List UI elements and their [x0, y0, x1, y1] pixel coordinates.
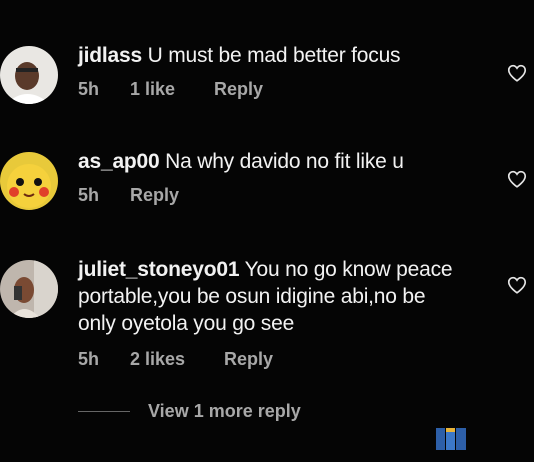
- comment-meta: 5h 1 like Reply: [78, 79, 490, 100]
- comment-message: Na why davido no fit like u: [165, 150, 404, 173]
- comment-username[interactable]: jidlass: [78, 44, 142, 67]
- comment-message: U must be mad better focus: [147, 44, 401, 67]
- comment-likes[interactable]: 1 like: [130, 79, 214, 100]
- avatar[interactable]: [0, 260, 58, 318]
- divider: [78, 411, 130, 412]
- comment-text: jidlass U must be mad better focus: [78, 42, 490, 69]
- comment-username[interactable]: as_ap00: [78, 150, 160, 173]
- comment-time: 5h: [78, 349, 100, 369]
- comment-item: as_ap00 Na why davido no fit like u 5h R…: [0, 146, 534, 216]
- reply-button[interactable]: Reply: [130, 185, 179, 206]
- comment-item: juliet_stoneyo01 You no go know peace po…: [0, 254, 534, 374]
- view-more-replies-button[interactable]: View 1 more reply: [78, 401, 301, 422]
- comment-message-line-3: only oyetola you go see: [78, 312, 295, 335]
- comment-message-line-2: portable,you be osun idigine abi,no be: [78, 285, 426, 308]
- avatar[interactable]: [0, 152, 58, 210]
- heart-outline-icon[interactable]: [506, 274, 528, 296]
- comment-text: juliet_stoneyo01 You no go know peace: [78, 256, 490, 283]
- comment-meta: 5h 2 likes Reply: [78, 349, 490, 370]
- comment-meta: 5h Reply: [78, 185, 490, 206]
- comment-time: 5h: [78, 185, 100, 205]
- heart-outline-icon[interactable]: [506, 168, 528, 190]
- reply-button[interactable]: Reply: [214, 79, 263, 100]
- reply-button[interactable]: Reply: [224, 349, 273, 370]
- avatar[interactable]: [0, 46, 58, 104]
- comment-text: as_ap00 Na why davido no fit like u: [78, 148, 490, 175]
- comment-item: jidlass U must be mad better focus 5h 1 …: [0, 40, 534, 110]
- heart-outline-icon[interactable]: [506, 62, 528, 84]
- comment-username[interactable]: juliet_stoneyo01: [78, 258, 240, 281]
- comment-time: 5h: [78, 79, 100, 99]
- site-logo-icon: [436, 428, 466, 450]
- comment-message-line-1: You no go know peace: [244, 258, 453, 281]
- comment-likes[interactable]: 2 likes: [130, 349, 224, 370]
- view-more-label: View 1 more reply: [148, 401, 301, 421]
